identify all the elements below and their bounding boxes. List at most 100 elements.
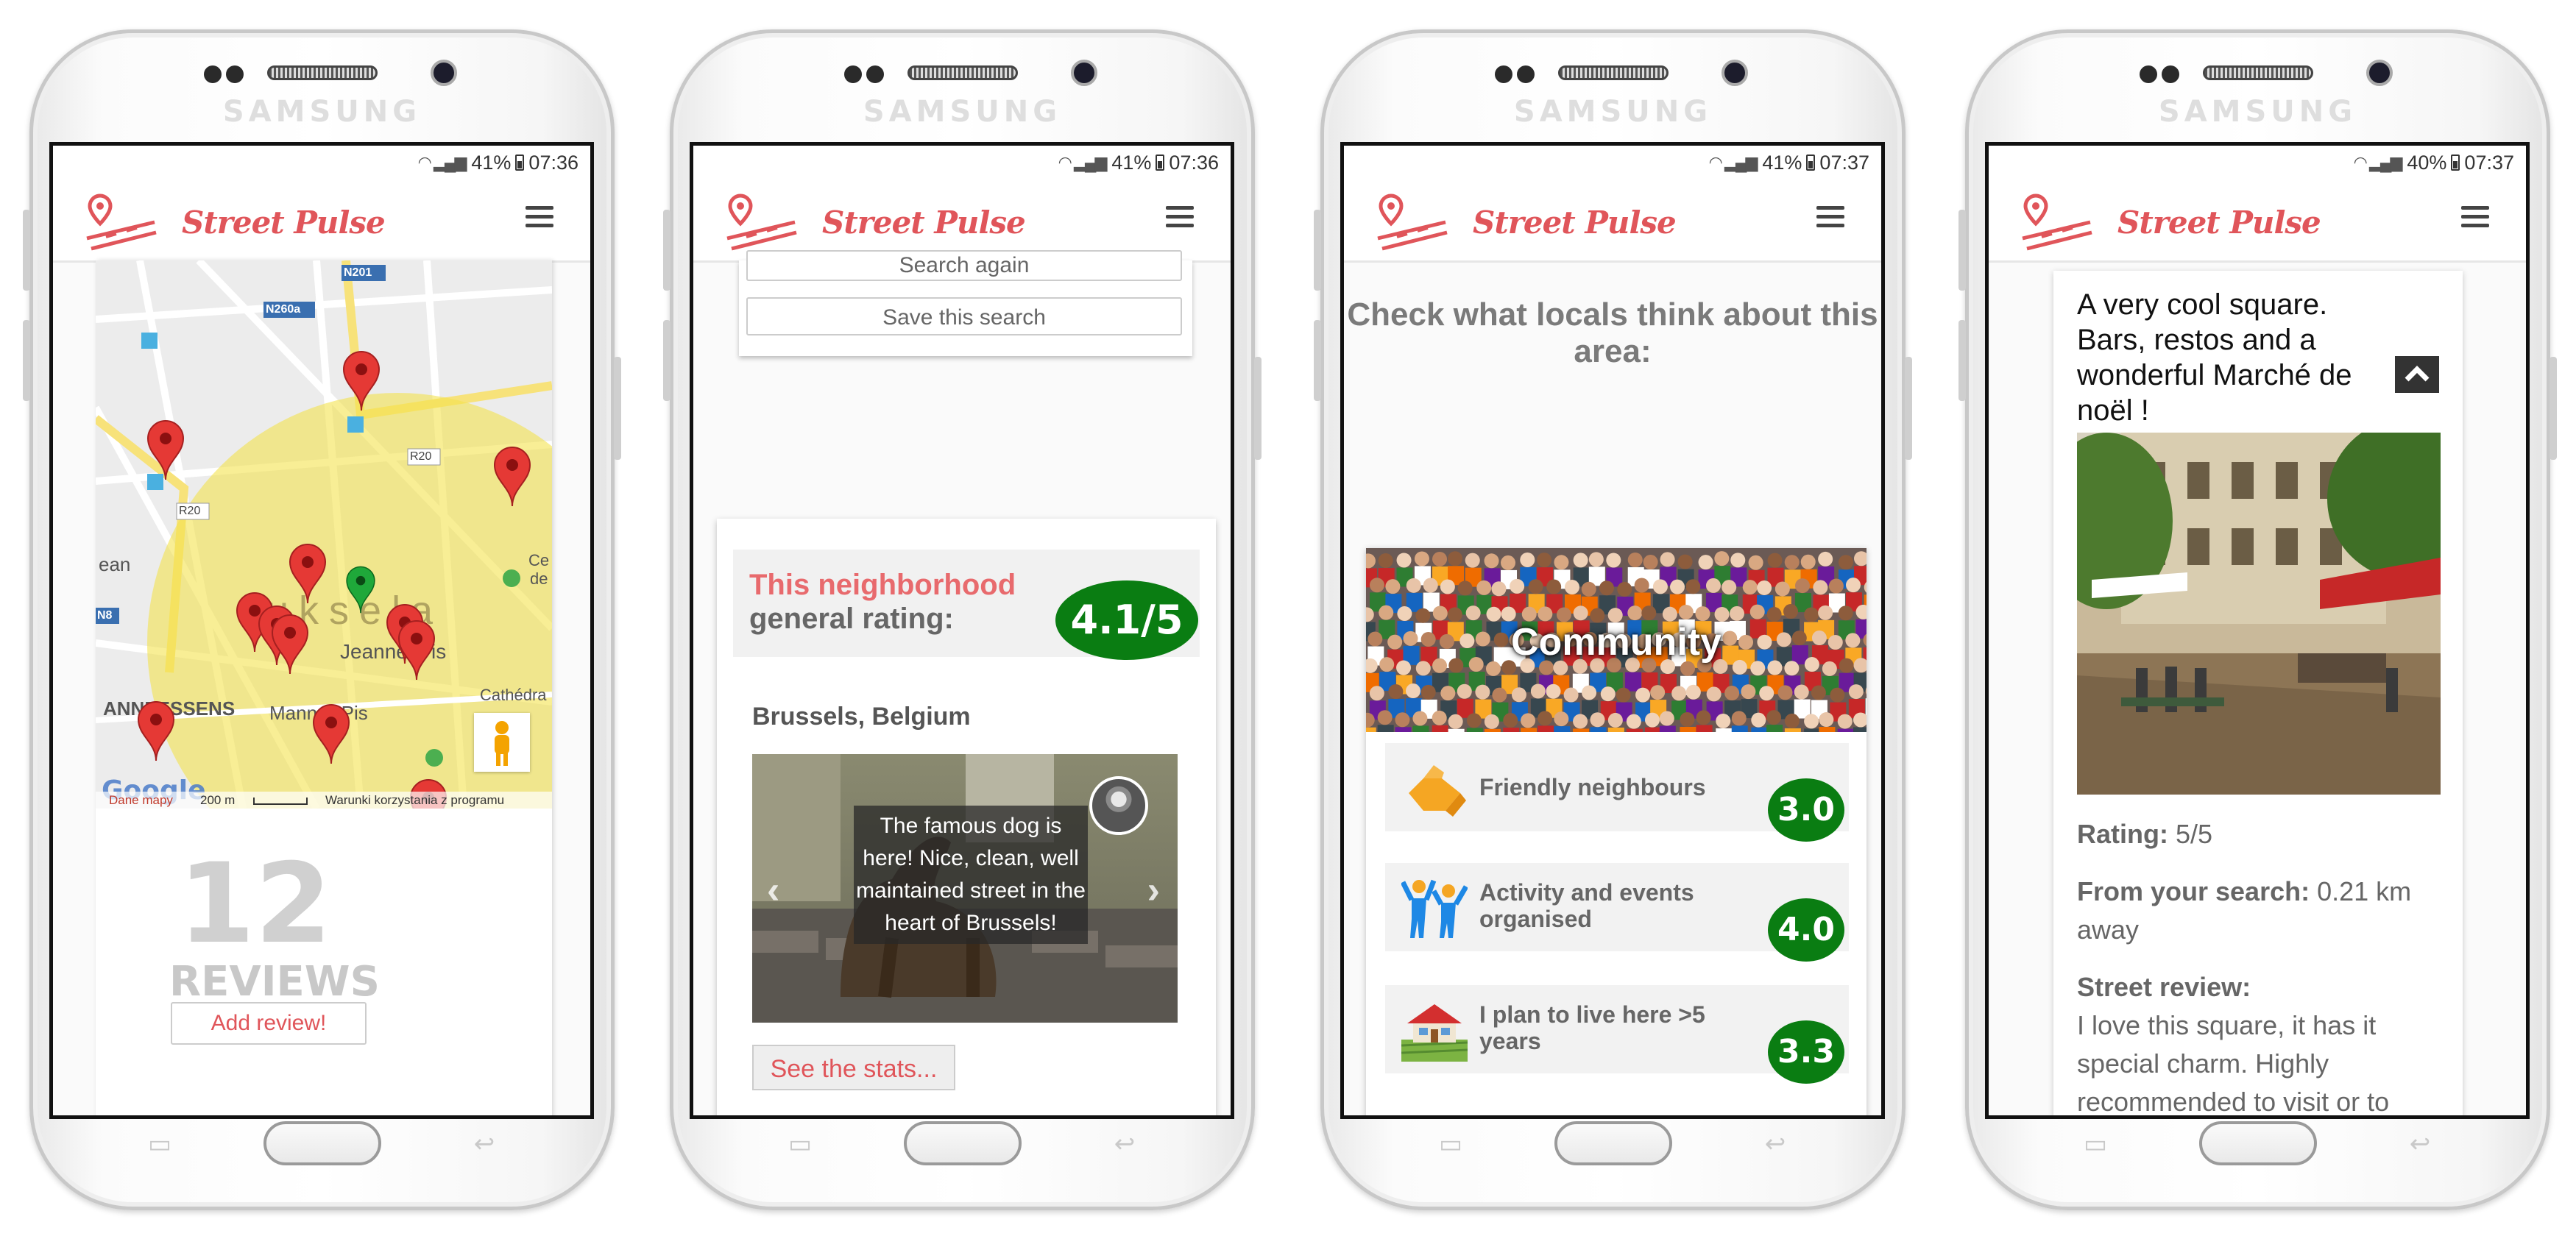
back-icon[interactable]: ↩ [468,1132,500,1157]
rating-title: This neighborhood [749,569,1016,601]
power-button [2550,357,2557,460]
hamburger-menu-icon[interactable] [526,206,553,228]
map-marker-icon[interactable] [145,418,186,481]
home-button[interactable] [1554,1121,1672,1165]
recent-apps-icon[interactable]: ▭ [2079,1132,2112,1157]
status-bar: ◠ ▂▄▆ 40% 07:37 [1989,146,2526,180]
app-title[interactable]: Street Pulse [2117,205,2321,241]
pegman-icon[interactable] [474,713,530,772]
battery-icon [515,154,525,171]
volume-button [1958,320,1966,401]
home-button[interactable] [2198,1121,2317,1165]
recent-apps-icon[interactable]: ▭ [784,1132,816,1157]
status-bar: ◠ ▂▄▆ 41% 07:36 [693,146,1231,180]
rating-label: Rating: [2077,819,2168,849]
road-label: N201 [344,266,372,279]
street-review-text: I love this square, it has it special ch… [2077,1010,2390,1117]
add-review-button[interactable]: Add review! [171,1002,367,1045]
area-label: Ce [528,551,550,569]
hamburger-menu-icon[interactable] [1816,206,1844,228]
community-card: Community Friendly neighbours 3.0 Activi… [1366,548,1866,1115]
distance-row: From your search: 0.21 km away [2077,873,2430,949]
app-title[interactable]: Street Pulse [822,205,1026,241]
stat-label: I plan to live here >5 years [1479,1001,1705,1054]
phone-frame-3: SAMSUNG ◠ ▂▄▆ 41% 07:37 Street Pulse Che… [1314,29,1912,1210]
hamburger-menu-icon[interactable] [2461,206,2489,228]
area-label: de [530,569,548,588]
map-marker-icon[interactable] [135,699,177,762]
map-terms-link[interactable]: Warunki korzystania z programu [325,793,504,808]
map-marker-icon[interactable] [311,702,352,765]
power-button [1905,357,1912,460]
recent-apps-icon[interactable]: ▭ [1434,1132,1467,1157]
app-header: Street Pulse [1989,180,2526,263]
hardware-nav-bar: ▭ ↩ [1969,1121,2547,1180]
celebrating-people-icon [1401,879,1468,938]
rating-value: 5/5 [2176,819,2213,849]
map-marker-icon[interactable] [396,618,437,681]
stat-score: 4.0 [1768,898,1844,962]
clock: 07:36 [528,151,578,174]
map-data-link[interactable]: Dane mapy [109,793,173,808]
map-marker-icon[interactable] [492,444,533,508]
area-label: Cathédra [480,686,547,704]
reviews-label: REVIEWS [169,958,380,1006]
brand-logo: SAMSUNG [863,95,1062,129]
brand-logo: SAMSUNG [1513,95,1713,129]
app-logo-icon[interactable] [1375,193,1448,252]
current-location-marker-icon[interactable] [344,564,377,615]
app-logo-icon[interactable] [724,193,798,252]
road-label: R20 [410,450,432,463]
signal-icon: ◠ ▂▄▆ [1058,153,1108,171]
area-label: ean [99,553,131,575]
recent-apps-icon[interactable]: ▭ [144,1132,176,1157]
back-icon[interactable]: ↩ [1108,1132,1141,1157]
power-button [1254,357,1262,460]
chevron-right-icon[interactable]: › [1147,868,1160,912]
back-icon[interactable]: ↩ [1759,1132,1791,1157]
see-stats-button[interactable]: See the stats... [752,1045,955,1090]
handshake-icon [1409,765,1466,817]
map-marker-icon[interactable] [341,349,382,412]
app-logo-icon[interactable] [2020,193,2093,252]
home-button[interactable] [263,1121,381,1165]
community-banner-image: Community [1366,548,1866,732]
app-logo-icon[interactable] [84,193,158,252]
app-title[interactable]: Street Pulse [1473,205,1677,241]
earpiece-grille [1558,65,1669,80]
chevron-left-icon[interactable]: ‹ [767,868,779,912]
street-review-card: A very cool square. Bars, restos and a w… [2053,271,2463,1117]
sensor-dots [204,64,255,85]
home-button[interactable] [903,1121,1022,1165]
app-title[interactable]: Street Pulse [182,205,386,241]
signal-icon: ◠ ▂▄▆ [1708,153,1758,171]
hardware-nav-bar: ▭ ↩ [673,1121,1251,1180]
battery-percent: 41% [1111,151,1152,174]
phone-frame-2: SAMSUNG ◠ ▂▄▆ 41% 07:36 Street Pulse Sea… [663,29,1262,1210]
stat-label: Activity and events organised [1479,879,1694,932]
review-photo-carousel[interactable]: The famous dog is here! Nice, clean, wel… [752,754,1178,1023]
map-marker-icon[interactable] [269,612,311,675]
section-heading: Check what locals think about this area: [1347,296,1878,369]
phone-frame-1: SAMSUNG ◠ ▂▄▆ 41% 07:36 Street Pulse N20… [23,29,621,1210]
app-header: Street Pulse [1344,180,1881,263]
category-label: Community [1511,621,1722,664]
map-view[interactable]: N201 N260a R20 R20 N8 uksela Jeanne -Pis… [96,260,552,809]
chevron-up-icon[interactable] [2395,356,2439,393]
neighborhood-card: This neighborhood general rating: 4.1/5 … [717,519,1216,1115]
stat-label: Friendly neighbours [1479,774,1706,800]
review-caption: The famous dog is here! Nice, clean, wel… [854,806,1088,944]
save-search-button[interactable]: Save this search [746,297,1182,335]
road-label: R20 [179,505,201,517]
rating-badge: 4.1/5 [1055,580,1198,660]
phone-frame-4: SAMSUNG ◠ ▂▄▆ 40% 07:37 Street Pulse A v… [1958,29,2557,1210]
back-icon[interactable]: ↩ [2404,1132,2436,1157]
map-marker-icon[interactable] [287,541,328,605]
clock: 07:36 [1169,151,1219,174]
reviewer-avatar[interactable] [1089,776,1148,835]
search-again-button[interactable]: Search again [746,250,1182,281]
volume-button [663,320,670,401]
battery-icon [2451,154,2460,171]
hamburger-menu-icon[interactable] [1166,206,1194,228]
battery-icon [1156,154,1165,171]
